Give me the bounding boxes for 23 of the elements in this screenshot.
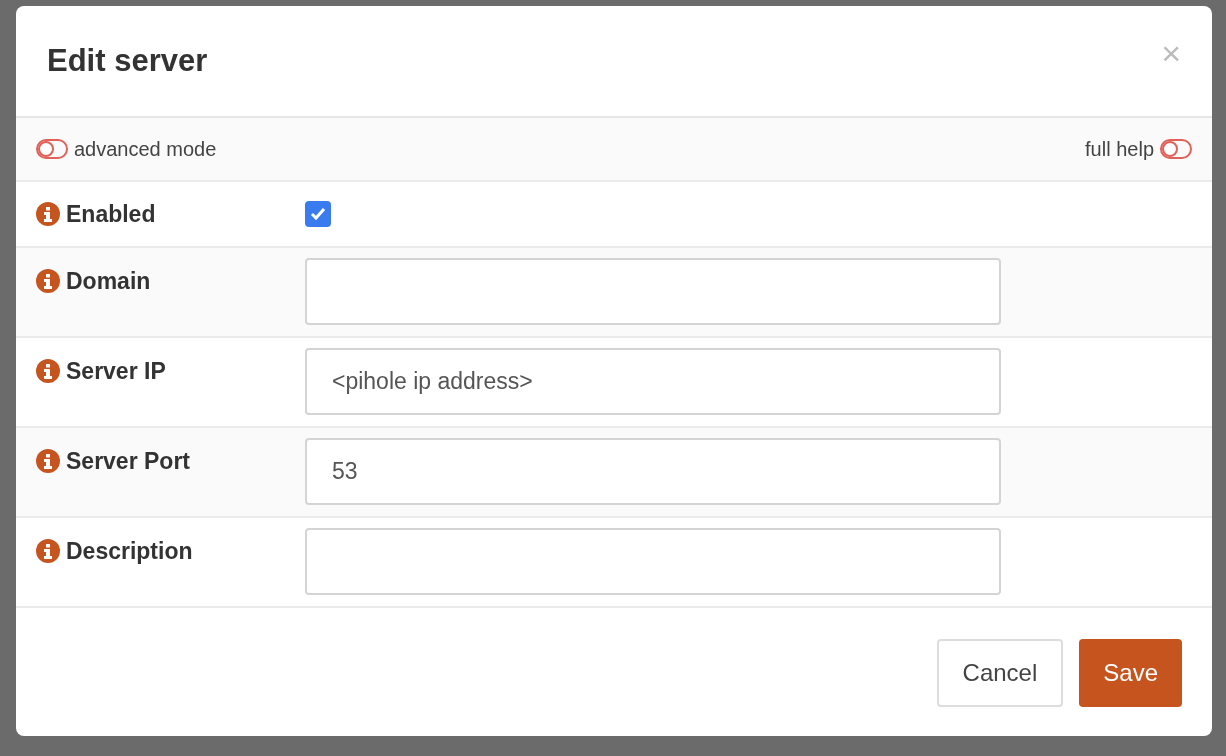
text-input-field[interactable]: <pihole ip address>: [305, 348, 1001, 415]
field-label: Enabled: [66, 199, 156, 229]
info-icon[interactable]: [36, 449, 60, 474]
toggle-switch[interactable]: [36, 139, 68, 159]
field-label: Server IP: [66, 357, 166, 386]
field-label: Domain: [66, 267, 151, 296]
info-icon[interactable]: [36, 539, 60, 564]
enabled-checkbox[interactable]: [305, 201, 331, 227]
text-input-field[interactable]: [305, 258, 1001, 325]
checkmark-icon: [309, 205, 327, 223]
toggle-label: advanced mode: [74, 137, 217, 162]
field-label: Server Port: [66, 447, 190, 476]
text-input-field[interactable]: 53: [305, 438, 1001, 505]
info-icon[interactable]: [36, 202, 60, 226]
toggle-label: full help: [1085, 137, 1154, 162]
dialog-title: Edit server: [47, 41, 208, 80]
toggle-switch[interactable]: [1160, 139, 1192, 159]
cancel-button[interactable]: Cancel: [936, 639, 1064, 707]
info-icon[interactable]: [36, 269, 60, 294]
text-input-field[interactable]: [305, 528, 1001, 595]
save-button[interactable]: Save: [1079, 639, 1182, 707]
field-label: Description: [66, 537, 193, 566]
info-icon[interactable]: [36, 359, 60, 384]
